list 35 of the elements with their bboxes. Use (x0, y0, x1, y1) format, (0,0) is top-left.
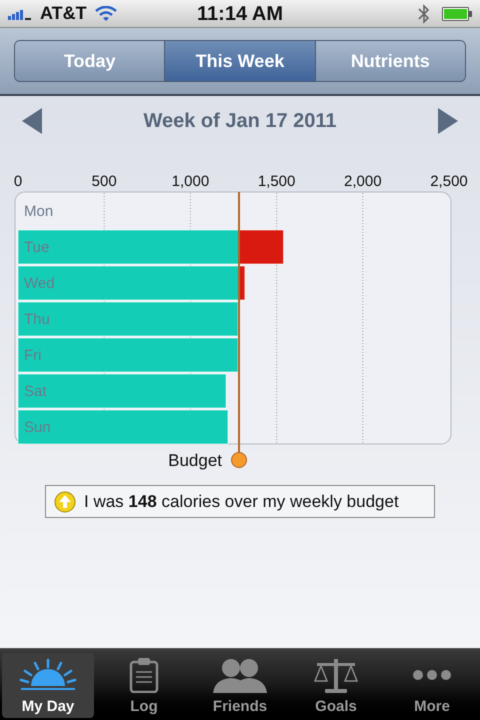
tab-bar-item[interactable]: Friends (194, 653, 286, 718)
previous-arrow-icon[interactable] (22, 108, 42, 134)
axis-tick-label: 500 (92, 173, 117, 190)
day-label: Sun (24, 419, 51, 436)
axis-tick-label: 0 (14, 173, 22, 190)
day-label: Fri (24, 347, 42, 364)
day-label: Tue (24, 239, 50, 256)
tab-bar-item[interactable]: More (386, 653, 478, 718)
battery-icon (442, 6, 472, 20)
budget-label: Budget (168, 451, 222, 470)
segment-tab[interactable]: This Week (164, 41, 315, 81)
clipboard-icon (129, 657, 159, 693)
more-icon (412, 669, 452, 681)
week-title: Week of Jan 17 2011 (143, 109, 337, 134)
day-label: Wed (24, 275, 55, 292)
bluetooth-icon (418, 4, 430, 24)
sunrise-icon (19, 658, 77, 692)
wifi-icon (94, 6, 117, 21)
axis-tick-label: 2,000 (344, 173, 382, 190)
day-label: Mon (24, 203, 54, 220)
clock-time: 11:14 AM (197, 2, 283, 26)
axis-tick-label: 1,000 (172, 173, 210, 190)
people-icon (211, 657, 269, 693)
day-label: Thu (24, 311, 50, 328)
tab-bar-item[interactable]: Goals (290, 653, 382, 718)
carrier-name: AT&T (40, 2, 87, 25)
next-arrow-icon[interactable] (438, 108, 458, 134)
axis-tick-label: 1,500 (258, 173, 296, 190)
tab-bar-item[interactable]: My Day (2, 653, 94, 718)
scale-icon (313, 657, 359, 693)
day-label: Sat (24, 383, 47, 400)
tab-bar-item[interactable]: Log (98, 653, 190, 718)
signal-icon (8, 8, 32, 20)
axis-tick-label: 2,500 (430, 173, 468, 190)
summary-text: I was 148 calories over my weekly budget (84, 490, 399, 513)
